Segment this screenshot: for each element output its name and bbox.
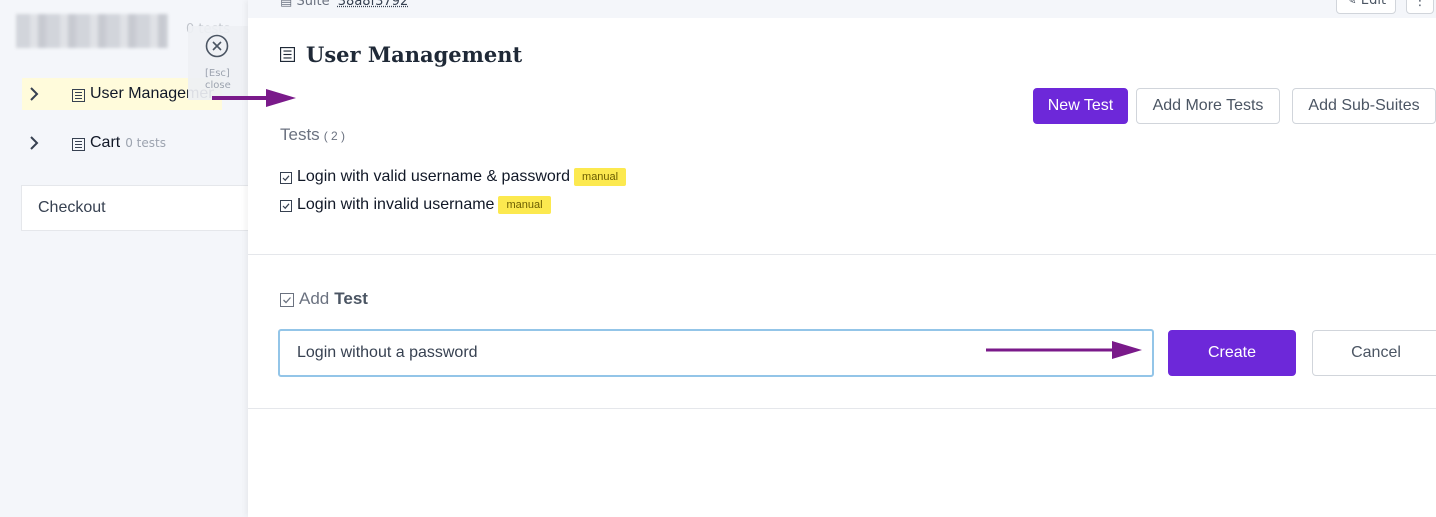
edit-label: Edit: [1361, 0, 1386, 8]
suite-icon: [72, 137, 85, 150]
create-button[interactable]: Create: [1168, 330, 1296, 376]
manual-tag: manual: [498, 196, 550, 214]
test-checkbox-icon: [280, 199, 292, 211]
sidebar-item-checkout[interactable]: Checkout: [21, 185, 248, 231]
edit-button[interactable]: ✎ Edit: [1336, 0, 1396, 14]
suite-ref-prefix: Suite: [296, 0, 329, 9]
annotation-arrow-icon: [210, 86, 300, 110]
manual-tag: manual: [574, 168, 626, 186]
tests-heading: Tests ( 2 ): [280, 125, 345, 145]
section-divider: [248, 254, 1436, 255]
suite-panel: ▤ Suite 38a8f3792 ✎ Edit ⋮ User Manageme…: [248, 0, 1436, 517]
suite-ref-icon: ▤: [280, 0, 292, 9]
suite-reference: ▤ Suite 38a8f3792: [280, 0, 408, 9]
sidebar: 0 tests User Management Cart 0 tests Che…: [0, 0, 248, 517]
page-title-row: User Management: [280, 42, 522, 67]
test-title[interactable]: Login with invalid username: [297, 196, 494, 214]
add-test-type: Test: [334, 289, 368, 309]
section-divider: [248, 408, 1436, 409]
suite-icon: [72, 88, 85, 101]
add-sub-suites-button[interactable]: Add Sub-Suites: [1292, 88, 1436, 124]
chevron-right-icon[interactable]: [22, 87, 46, 101]
test-item[interactable]: Login with invalid username manual: [280, 196, 551, 214]
suite-id-link[interactable]: 38a8f3792: [338, 0, 408, 9]
more-options-button[interactable]: ⋮: [1406, 0, 1434, 14]
tests-count: ( 2 ): [324, 129, 345, 143]
sidebar-item-count: 0 tests: [125, 136, 166, 150]
close-icon[interactable]: [205, 34, 229, 58]
new-test-button[interactable]: New Test: [1033, 88, 1128, 124]
add-test-prefix: Add: [299, 289, 329, 309]
suite-icon: [280, 47, 295, 62]
sidebar-item-cart[interactable]: Cart 0 tests: [22, 127, 166, 159]
test-checkbox-icon: [280, 171, 292, 183]
sidebar-item-label: Cart: [90, 134, 120, 152]
panel-topbar: ▤ Suite 38a8f3792 ✎ Edit ⋮: [248, 0, 1436, 18]
edit-icon: ✎: [1346, 0, 1361, 8]
test-checkbox-icon: [280, 292, 294, 306]
project-title-blurred: [16, 14, 168, 48]
cancel-button[interactable]: Cancel: [1312, 330, 1436, 376]
annotation-arrow-icon: [984, 338, 1148, 362]
tests-heading-label: Tests: [280, 125, 320, 144]
test-item[interactable]: Login with valid username & password man…: [280, 168, 626, 186]
add-test-heading: Add Test: [280, 289, 368, 309]
close-esc-key: [Esc]: [205, 68, 231, 80]
add-more-tests-button[interactable]: Add More Tests: [1136, 88, 1280, 124]
page-title: User Management: [306, 42, 522, 67]
chevron-right-icon[interactable]: [22, 136, 46, 150]
test-title[interactable]: Login with valid username & password: [297, 168, 570, 186]
